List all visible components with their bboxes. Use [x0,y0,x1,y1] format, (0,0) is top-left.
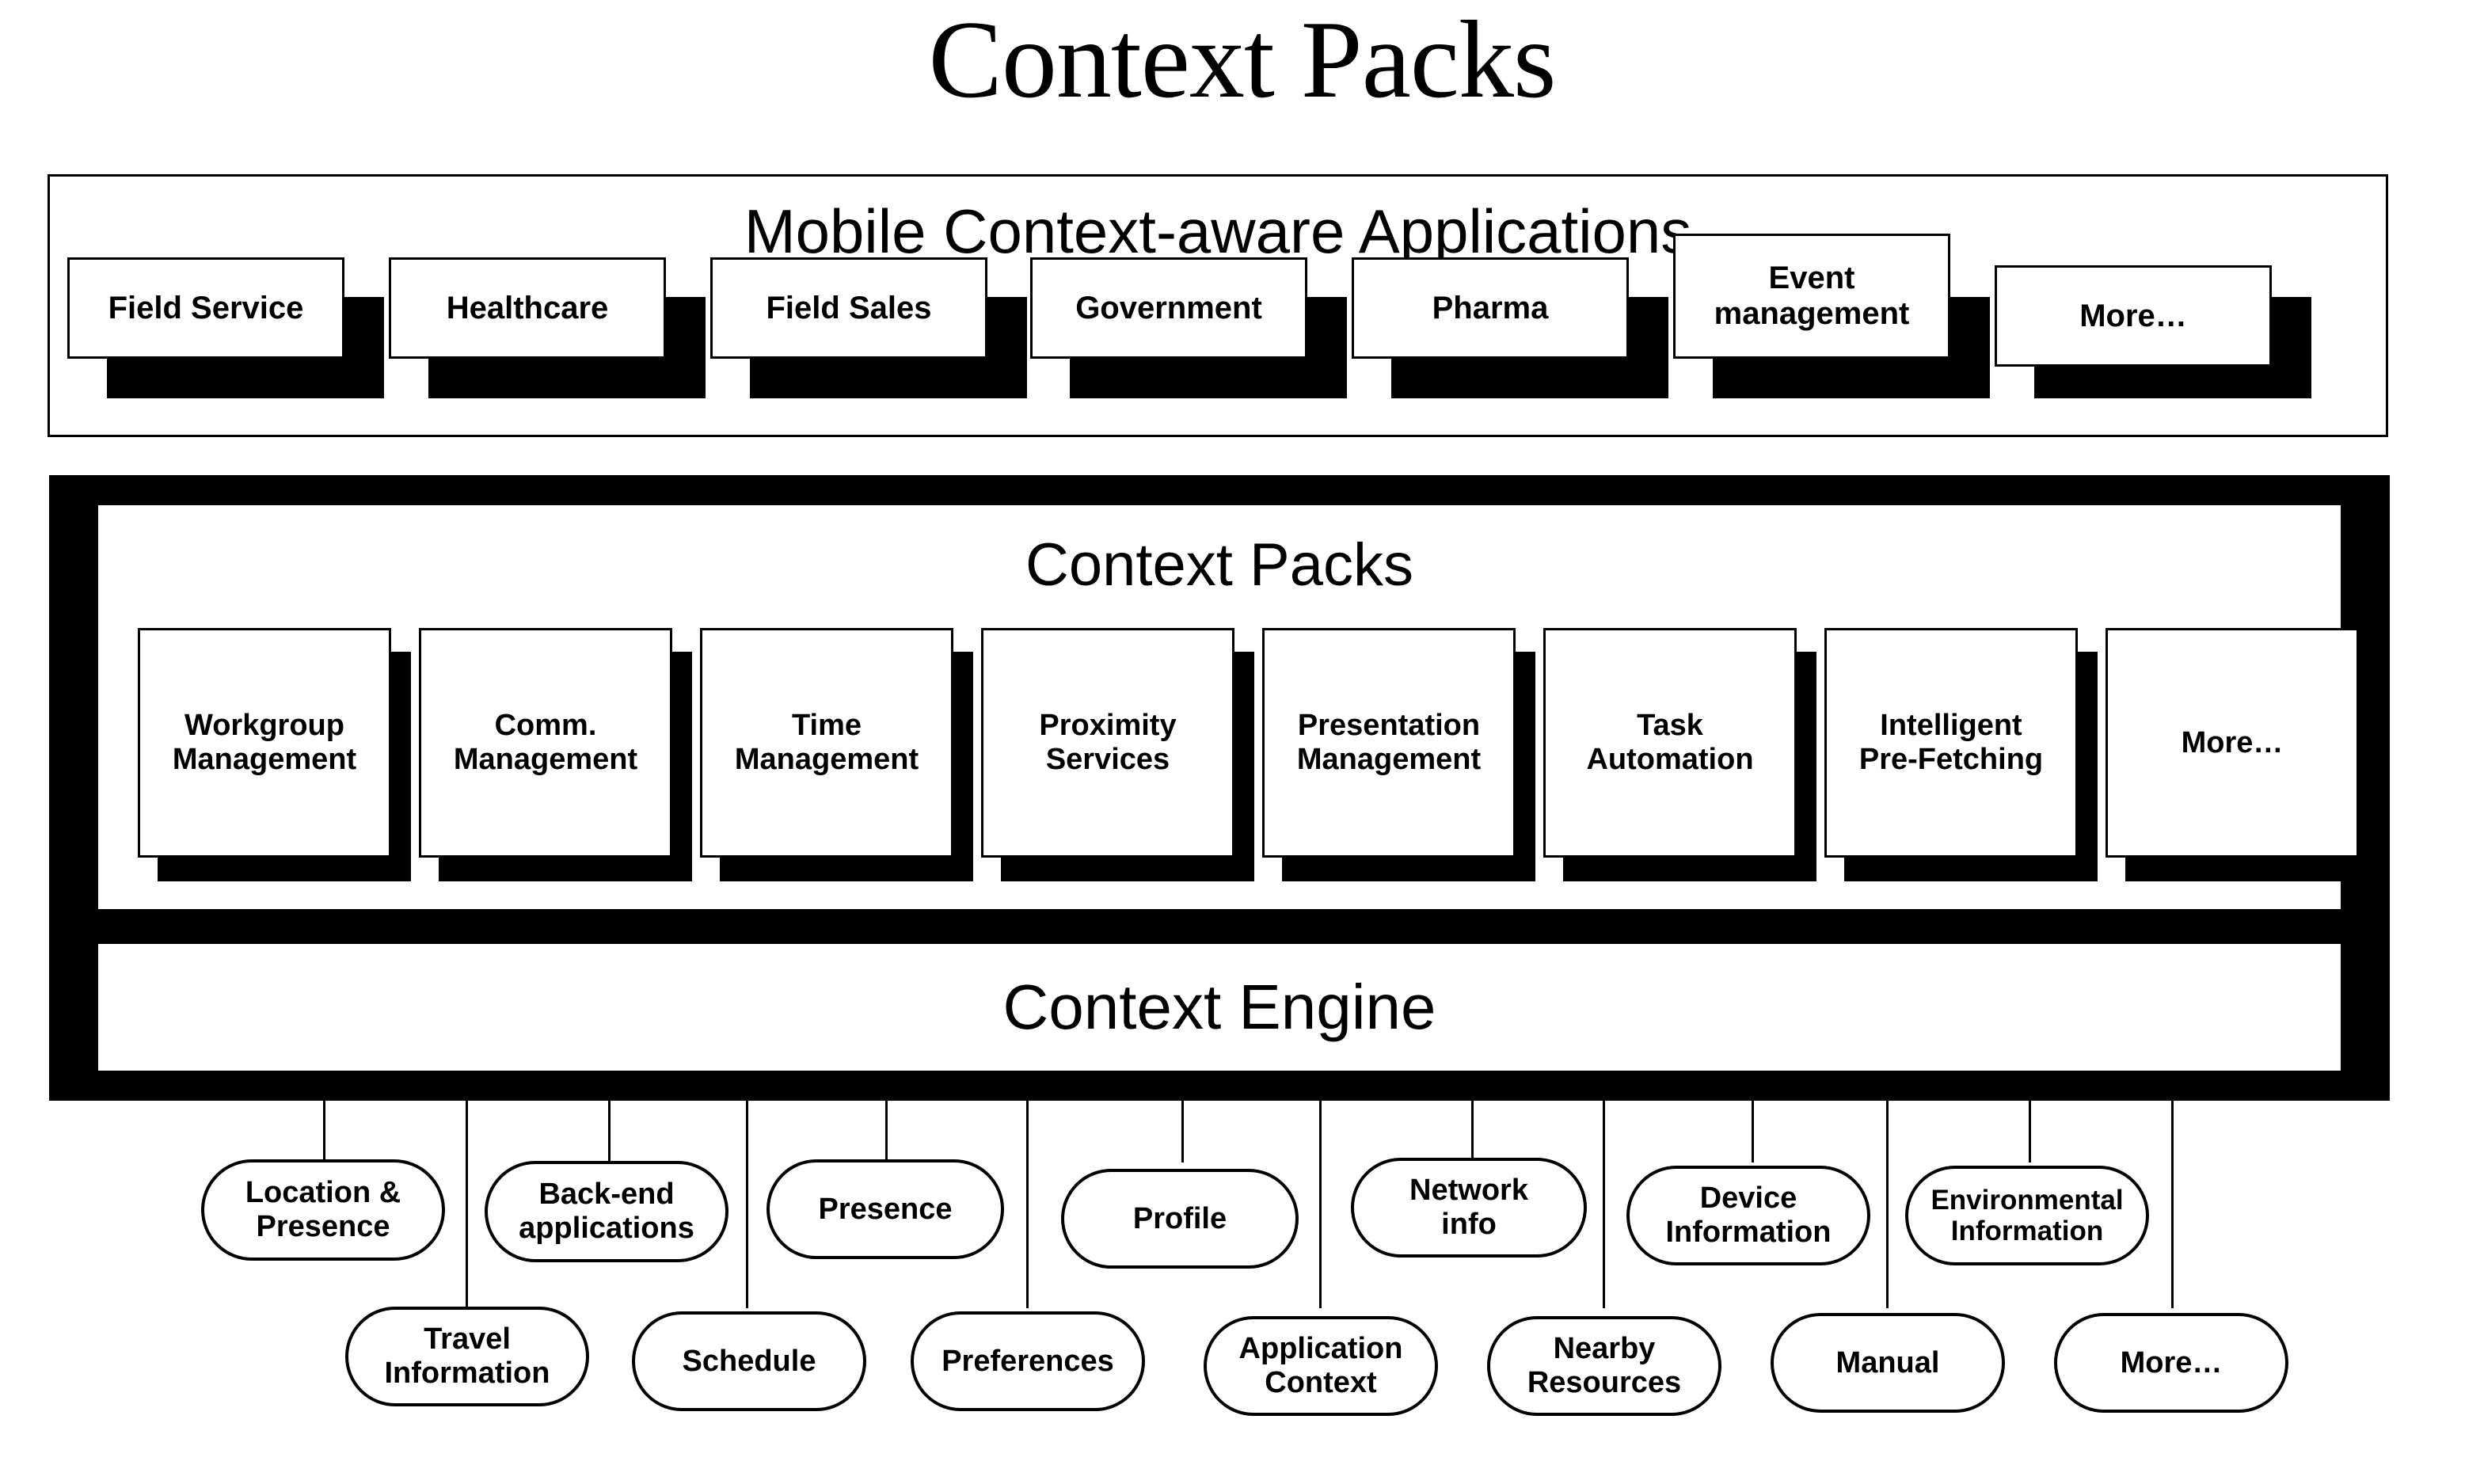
connector-line [1026,1101,1029,1308]
application-card-more[interactable]: More… [1995,265,2272,367]
connector-line [1603,1101,1605,1308]
connector-line [323,1101,325,1162]
context-source-label: Preferences [941,1344,1114,1378]
context-source-profile[interactable]: Profile [1061,1169,1299,1269]
application-card-field-service[interactable]: Field Service [67,257,344,359]
application-card-event-management[interactable]: Event management [1673,234,1950,359]
connector-line [2029,1101,2031,1162]
context-pack-card-more[interactable]: More… [2106,628,2359,858]
context-pack-card-intelligent-pre-fetching[interactable]: Intelligent Pre-Fetching [1824,628,2078,858]
connector-line [746,1101,748,1308]
context-pack-card-presentation-management[interactable]: Presentation Management [1262,628,1516,858]
context-source-application-context[interactable]: Application Context [1204,1316,1438,1416]
connector-line [1886,1101,1889,1308]
application-card-label: Healthcare [446,290,609,325]
connector-line [2171,1101,2174,1308]
application-card-field-sales[interactable]: Field Sales [710,257,987,359]
context-source-label: Location & Presence [245,1176,401,1243]
context-pack-label: Task Automation [1586,709,1754,776]
context-pack-card-task-automation[interactable]: Task Automation [1543,628,1797,858]
context-pack-label: Proximity Services [1039,709,1177,776]
connector-line [466,1101,468,1308]
context-source-back-end-applications[interactable]: Back-end applications [485,1161,728,1262]
context-pack-label: Presentation Management [1296,709,1482,776]
application-card-government[interactable]: Government [1030,257,1307,359]
context-source-label: Device Information [1665,1181,1832,1249]
application-card-label: Event management [1714,261,1910,331]
context-source-nearby-resources[interactable]: Nearby Resources [1487,1316,1721,1416]
context-source-schedule[interactable]: Schedule [632,1311,866,1411]
context-pack-label: Workgroup Management [172,709,357,776]
context-source-label: More… [2120,1345,2223,1379]
connector-line [1181,1101,1184,1162]
context-pack-label: Time Management [734,709,919,776]
page-title: Context Packs [928,0,1557,121]
connector-line [608,1101,611,1162]
context-source-label: Presence [818,1192,953,1226]
context-pack-label: Comm. Management [453,709,638,776]
application-card-label: Field Service [108,290,304,325]
application-card-label: More… [2079,298,2187,333]
context-source-label: Back-end applications [519,1178,694,1245]
context-source-environmental-information[interactable]: Environmental Information [1905,1166,2149,1265]
mobile-applications-heading: Mobile Context-aware Applications [744,196,1692,266]
context-platform-frame: Context Packs Workgroup Management Comm.… [49,475,2390,1101]
diagram-canvas: Context Packs Mobile Context-aware Appli… [0,0,2484,1484]
context-source-label: Environmental Information [1931,1184,2124,1246]
context-packs-panel: Context Packs Workgroup Management Comm.… [98,505,2379,909]
connector-line [1319,1101,1322,1308]
application-card-label: Government [1075,290,1262,325]
context-pack-label: Intelligent Pre-Fetching [1858,709,2044,776]
context-packs-heading: Context Packs [1025,531,1413,599]
application-card-healthcare[interactable]: Healthcare [389,257,666,359]
context-source-label: Profile [1132,1201,1227,1235]
context-pack-card-workgroup-management[interactable]: Workgroup Management [138,628,391,858]
context-engine-heading: Context Engine [1002,972,1436,1042]
connector-line [1471,1101,1474,1162]
context-source-label: Nearby Resources [1527,1332,1682,1399]
mobile-applications-panel: Mobile Context-aware Applications Field … [48,174,2388,437]
context-source-presence[interactable]: Presence [767,1159,1004,1259]
application-card-pharma[interactable]: Pharma [1352,257,1629,359]
connector-line [1752,1101,1754,1162]
context-source-manual[interactable]: Manual [1771,1313,2005,1413]
context-source-label: Travel Information [384,1322,550,1390]
context-source-label: Manual [1835,1345,1940,1379]
context-pack-card-proximity-services[interactable]: Proximity Services [981,628,1234,858]
context-source-label: Application Context [1238,1332,1403,1399]
context-pack-card-comm-management[interactable]: Comm. Management [419,628,672,858]
context-source-travel-information[interactable]: Travel Information [345,1307,589,1406]
application-card-label: Field Sales [766,290,932,325]
context-engine-panel: Context Engine [98,944,2341,1071]
context-source-label: Schedule [682,1344,816,1378]
context-source-device-information[interactable]: Device Information [1626,1166,1870,1265]
context-source-more[interactable]: More… [2054,1313,2288,1413]
context-source-preferences[interactable]: Preferences [911,1311,1145,1411]
context-source-network-info[interactable]: Network info [1351,1158,1587,1258]
context-pack-card-time-management[interactable]: Time Management [700,628,953,858]
application-card-label: Pharma [1432,290,1549,325]
context-source-label: Network info [1409,1174,1528,1241]
connector-line [885,1101,888,1162]
context-pack-label: More… [2181,725,2284,759]
context-source-location-presence[interactable]: Location & Presence [201,1159,445,1261]
